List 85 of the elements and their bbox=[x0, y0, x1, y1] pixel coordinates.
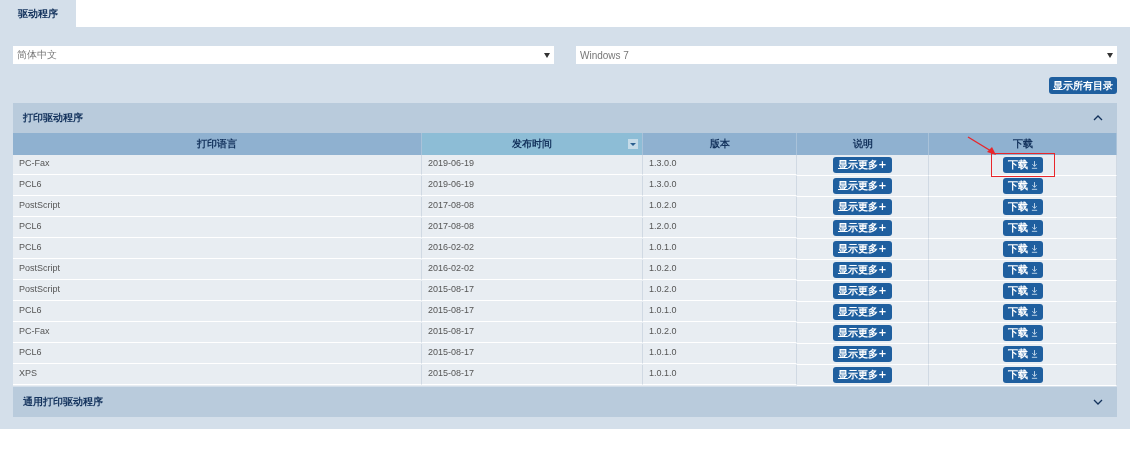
table-cell: 1.2.0.0 bbox=[643, 218, 797, 238]
section-header[interactable]: 打印驱动程序 bbox=[13, 103, 1117, 133]
column-header[interactable]: 打印语言 bbox=[13, 133, 422, 155]
download-button[interactable]: 下载 bbox=[1002, 283, 1043, 299]
show-more-button[interactable]: 显示更多+ bbox=[833, 304, 892, 320]
table-cell: PostScript bbox=[13, 281, 422, 301]
table-cell: PCL6 bbox=[13, 239, 422, 259]
table-cell: 2015-08-17 bbox=[422, 323, 643, 343]
show-more-button[interactable]: 显示更多+ bbox=[833, 199, 892, 215]
show-more-button[interactable]: 显示更多+ bbox=[833, 178, 892, 194]
select-field[interactable]: 简体中文 bbox=[13, 46, 554, 64]
table-cell: XPS bbox=[13, 365, 422, 385]
download-button[interactable]: 下载 bbox=[1002, 367, 1043, 383]
show-more-button[interactable]: 显示更多+ bbox=[833, 367, 892, 383]
table-cell: 1.0.2.0 bbox=[643, 323, 797, 343]
show-more-button[interactable]: 显示更多+ bbox=[833, 241, 892, 257]
download-icon bbox=[1030, 287, 1038, 295]
download-button[interactable]: 下载 bbox=[1002, 262, 1043, 278]
download-icon bbox=[1030, 266, 1038, 274]
table-cell: PostScript bbox=[13, 197, 422, 217]
table-cell: 1.3.0.0 bbox=[643, 155, 797, 175]
chevron-down-icon[interactable] bbox=[1093, 399, 1103, 405]
download-button[interactable]: 下载 bbox=[1002, 220, 1043, 236]
show-more-button[interactable]: 显示更多+ bbox=[833, 346, 892, 362]
download-icon bbox=[1030, 350, 1038, 358]
select-field[interactable]: Windows 7 bbox=[576, 46, 1117, 64]
show-more-button[interactable]: 显示更多+ bbox=[833, 220, 892, 236]
section-title: 打印驱动程序 bbox=[23, 111, 83, 125]
table-cell: 1.0.2.0 bbox=[643, 281, 797, 301]
dropdown-arrow-icon bbox=[1107, 52, 1113, 58]
download-button[interactable]: 下载 bbox=[1002, 346, 1043, 362]
table-cell: 1.0.1.0 bbox=[643, 365, 797, 385]
download-icon bbox=[1030, 245, 1038, 253]
table-cell: 2015-08-17 bbox=[422, 365, 643, 385]
download-icon bbox=[1030, 224, 1038, 232]
table-cell: PCL6 bbox=[13, 176, 422, 196]
table-cell: 2016-02-02 bbox=[422, 260, 643, 280]
table-cell: 1.0.1.0 bbox=[643, 302, 797, 322]
column-header[interactable]: 发布时间 bbox=[422, 133, 643, 155]
download-icon bbox=[1030, 182, 1038, 190]
table-cell: 1.0.1.0 bbox=[643, 344, 797, 364]
show-more-button[interactable]: 显示更多+ bbox=[833, 262, 892, 278]
table-cell: PostScript bbox=[13, 260, 422, 280]
pointer-arrow bbox=[967, 136, 997, 156]
table-cell: PCL6 bbox=[13, 344, 422, 364]
table-cell: 2017-08-08 bbox=[422, 197, 643, 217]
table-cell: 1.0.2.0 bbox=[643, 197, 797, 217]
sort-dropdown-icon[interactable] bbox=[628, 139, 638, 149]
download-button[interactable]: 下载 bbox=[1002, 241, 1043, 257]
table-cell: 2015-08-17 bbox=[422, 344, 643, 364]
show-more-button[interactable]: 显示更多+ bbox=[833, 157, 892, 173]
table-cell: 2016-02-02 bbox=[422, 239, 643, 259]
show-more-button[interactable]: 显示更多+ bbox=[833, 283, 892, 299]
download-icon bbox=[1030, 203, 1038, 211]
download-icon bbox=[1030, 161, 1038, 169]
table-cell: PC-Fax bbox=[13, 155, 422, 175]
table-cell: 1.3.0.0 bbox=[643, 176, 797, 196]
table-cell: PC-Fax bbox=[13, 323, 422, 343]
show-all-button[interactable]: 显示所有目录 bbox=[1049, 77, 1117, 94]
download-icon bbox=[1030, 308, 1038, 316]
table-cell: 2015-08-17 bbox=[422, 281, 643, 301]
download-button[interactable]: 下载 bbox=[1002, 304, 1043, 320]
table-cell: 2015-08-17 bbox=[422, 302, 643, 322]
section-title: 通用打印驱动程序 bbox=[23, 395, 103, 409]
download-button[interactable]: 下载 bbox=[1002, 157, 1043, 173]
section-header[interactable]: 通用打印驱动程序 bbox=[13, 387, 1117, 417]
chevron-up-icon[interactable] bbox=[1093, 115, 1103, 121]
table-cell: PCL6 bbox=[13, 218, 422, 238]
show-more-button[interactable]: 显示更多+ bbox=[833, 325, 892, 341]
tab[interactable]: 驱动程序 bbox=[0, 0, 76, 27]
table-cell: 2017-08-08 bbox=[422, 218, 643, 238]
column-header[interactable]: 下载 bbox=[929, 133, 1117, 155]
column-header[interactable]: 版本 bbox=[643, 133, 797, 155]
download-button[interactable]: 下载 bbox=[1002, 325, 1043, 341]
column-header[interactable]: 说明 bbox=[797, 133, 929, 155]
table-cell: 2019-06-19 bbox=[422, 155, 643, 175]
table-cell: 1.0.1.0 bbox=[643, 239, 797, 259]
table-cell: 2019-06-19 bbox=[422, 176, 643, 196]
download-button[interactable]: 下载 bbox=[1002, 199, 1043, 215]
dropdown-arrow-icon bbox=[544, 52, 550, 58]
download-icon bbox=[1030, 329, 1038, 337]
download-icon bbox=[1030, 371, 1038, 379]
table-cell: PCL6 bbox=[13, 302, 422, 322]
download-button[interactable]: 下载 bbox=[1002, 178, 1043, 194]
table-cell: 1.0.2.0 bbox=[643, 260, 797, 280]
